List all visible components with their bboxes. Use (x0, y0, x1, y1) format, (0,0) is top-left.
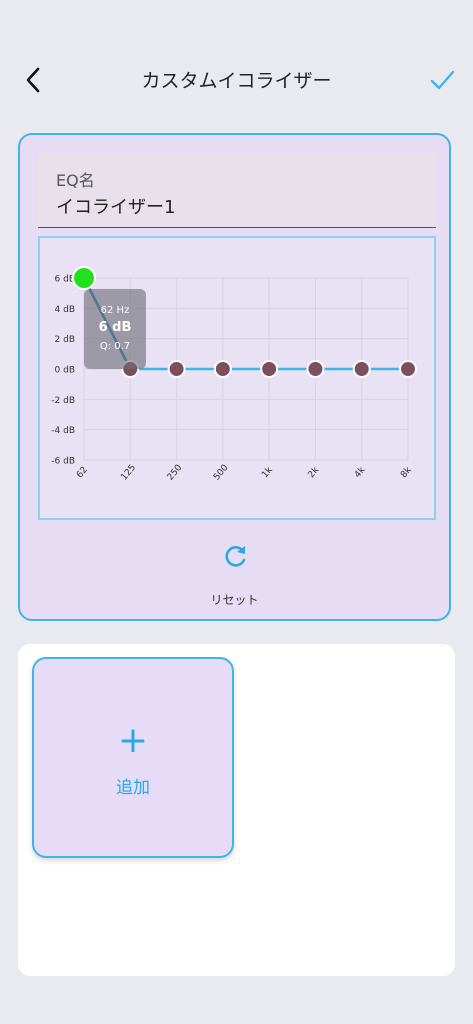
check-icon (430, 70, 455, 90)
eq-preset-list: + 追加 (18, 644, 455, 976)
y-tick-label: 0 dB (55, 366, 75, 376)
y-tick-label: -4 dB (51, 426, 75, 436)
x-tick-label: 2k (307, 465, 322, 480)
x-tick-label: 125 (119, 463, 138, 483)
eq-band-point[interactable] (306, 360, 325, 378)
eq-chart-svg[interactable]: 6 dB 4 dB 2 dB 0 dB -2 dB -4 dB -6 dB62 125 250 5… (40, 238, 434, 518)
reset-button[interactable] (218, 539, 254, 575)
eq-band-point[interactable] (352, 360, 371, 378)
eq-chart[interactable]: 6 dB 4 dB 2 dB 0 dB -2 dB -4 dB -6 dB 62 125 250 5… (38, 236, 436, 520)
refresh-icon (225, 546, 246, 567)
add-label: 追加 (116, 778, 150, 798)
eq-name-label: EQ名 (56, 171, 95, 190)
eq-band-point[interactable] (399, 360, 417, 378)
eq-band-point[interactable] (167, 360, 186, 378)
x-tick-label: 4k (353, 465, 368, 480)
confirm-button[interactable] (428, 66, 456, 94)
page-title: カスタムイコライザー (141, 70, 332, 92)
x-tick-label: 1k (260, 465, 275, 480)
x-tick-label: 8k (399, 465, 414, 480)
add-eq-button[interactable]: + 追加 (32, 657, 234, 858)
eq-name-field[interactable]: EQ名 イコライザー1 (38, 153, 436, 228)
x-tick-label: 250 (166, 463, 185, 483)
eq-band-point-selected[interactable] (72, 266, 96, 290)
tooltip-q: Q: 0.7 (100, 341, 130, 352)
y-tick-label: 6 dB (55, 275, 75, 285)
reset-label[interactable]: リセット (20, 591, 449, 608)
equalizer-card: EQ名 イコライザー1 6 dB 4 dB 2 dB 0 dB -2 dB -4 dB -6… (18, 133, 451, 621)
y-tick-label: 4 dB (55, 305, 75, 315)
tooltip-freq: 62 Hz (101, 305, 130, 316)
eq-band-point[interactable] (213, 360, 232, 378)
x-tick-label: 62 (75, 465, 90, 480)
tooltip-gain: 6 dB (99, 320, 132, 335)
y-tick-label: -2 dB (51, 396, 75, 406)
x-tick-label: 500 (212, 463, 231, 483)
plus-icon: + (117, 720, 149, 761)
y-tick-label: 2 dB (55, 335, 75, 345)
eq-band-point[interactable] (260, 360, 279, 378)
y-tick-label: -6 dB (51, 457, 75, 467)
eq-name-value[interactable]: イコライザー1 (56, 193, 175, 219)
